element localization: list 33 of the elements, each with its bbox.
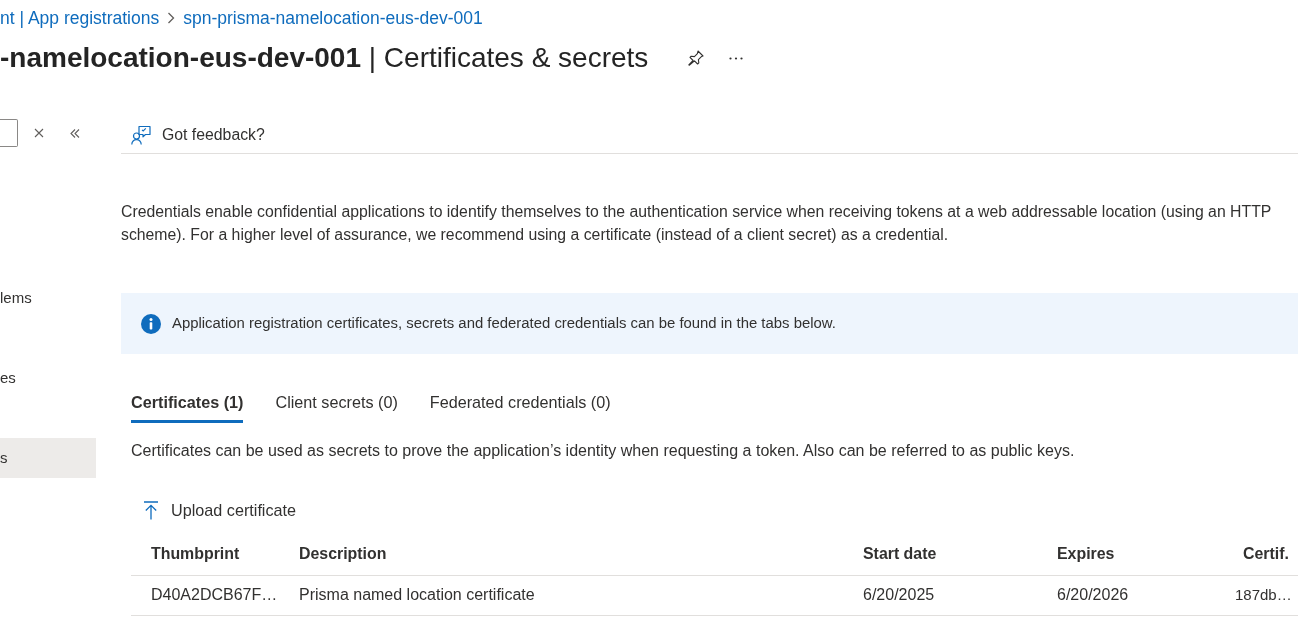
more-icon[interactable]: [729, 56, 744, 60]
column-header: Certif.: [1227, 533, 1298, 575]
feedback-button[interactable]: Got feedback?: [131, 122, 265, 147]
table-cell: 6/20/2025: [843, 575, 1037, 615]
upload-certificate-button[interactable]: Upload certificate: [143, 493, 297, 527]
column-header: Description: [279, 533, 843, 575]
page-title: -namelocation-eus-dev-001 | Certificates & secrets: [0, 41, 649, 75]
upload-icon: [143, 500, 159, 520]
chevron-right-icon: [167, 12, 176, 24]
tab[interactable]: Client secrets (0): [275, 385, 398, 423]
sidebar-item[interactable]: lems: [0, 278, 96, 318]
close-icon[interactable]: [34, 128, 44, 138]
search-field[interactable]: [0, 119, 18, 147]
tab[interactable]: Federated credentials (0): [429, 385, 611, 423]
tab[interactable]: Certificates (1): [131, 385, 244, 423]
sidebar-item[interactable]: s: [0, 438, 96, 478]
table-cell: D40A2DCB67F…: [131, 575, 279, 615]
info-message: Application registration certificates, secrets and federated credentials can be found in the tabs below.: [172, 314, 836, 334]
breadcrumb-link[interactable]: spn-prisma-namelocation-eus-dev-001: [183, 4, 483, 32]
breadcrumb-link[interactable]: nt | App registrations: [0, 4, 160, 32]
person-speech-bubble-icon: [131, 124, 151, 145]
table-cell: 187db…: [1227, 575, 1298, 615]
collapse-icon[interactable]: [70, 128, 80, 138]
column-header: Expires: [1037, 533, 1227, 575]
description-text: Credentials enable confidential applications to identify themselves to the authentication service when receiving tokens at a web addressable location (using an HTTP scheme). For a higher level of assurance, we recommend using a certificate (instead of a client secret) as a credential.: [121, 202, 1273, 245]
pin-icon[interactable]: [688, 50, 705, 66]
info-icon: [141, 313, 161, 334]
table-cell: 6/20/2026: [1037, 575, 1227, 615]
column-header: Start date: [843, 533, 1037, 575]
sidebar-item[interactable]: es: [0, 358, 96, 398]
column-header: Thumbprint: [131, 533, 279, 575]
table-cell: Prisma named location certificate: [279, 575, 843, 615]
tab-description: Certificates can be used as secrets to prove the application’s identity when requesting a token. Also can be referred to as public keys.: [131, 441, 1076, 461]
